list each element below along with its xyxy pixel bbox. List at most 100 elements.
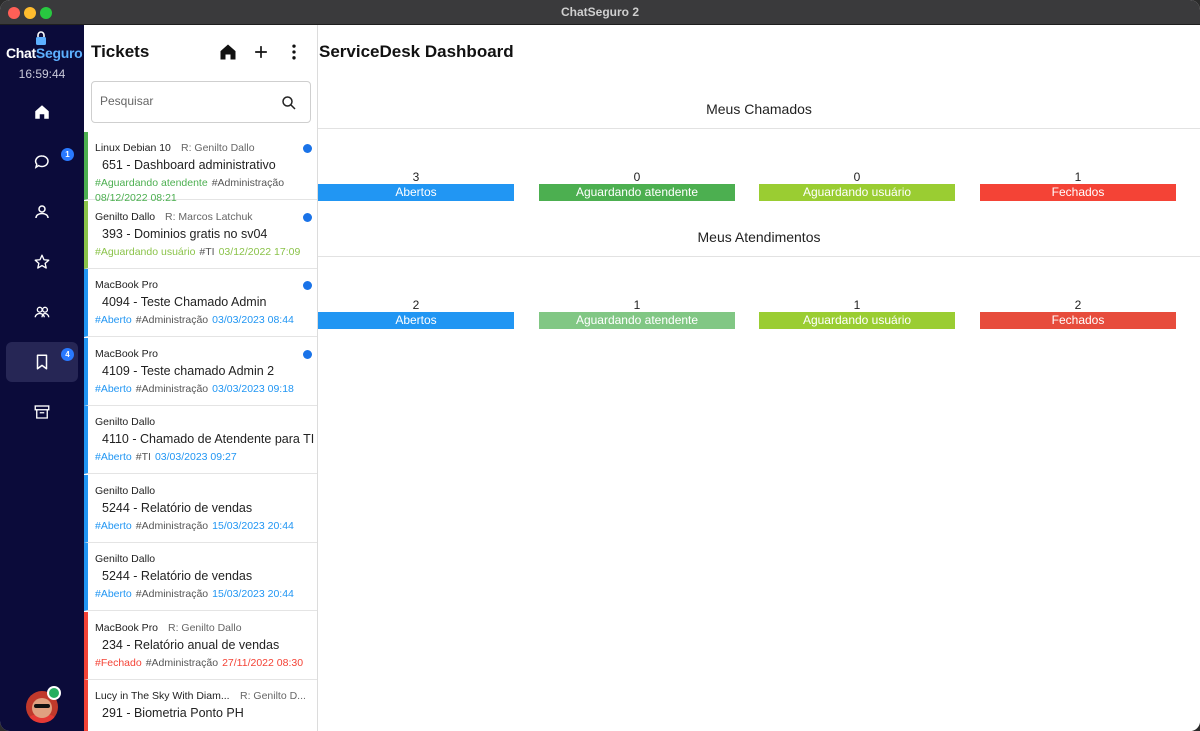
ticket-author: MacBook Pro — [95, 621, 159, 634]
ticket-author: MacBook Pro — [95, 279, 159, 291]
section-divider — [318, 256, 1200, 257]
ticket-date: 27/11/2022 08:30 — [222, 656, 304, 669]
ticket-department-tag: #TI — [135, 451, 151, 463]
sidebar-item-contacts[interactable] — [6, 192, 78, 232]
ticket-status-tag: #Aberto — [95, 382, 132, 395]
search-icon[interactable] — [280, 94, 298, 112]
ticket-author: Genilto Dallo — [95, 210, 156, 223]
home-icon[interactable] — [218, 42, 238, 62]
ticket-item[interactable]: MacBook Pro 4094 - Teste Chamado Admin #Ab… — [84, 269, 317, 337]
search-input[interactable] — [100, 94, 270, 108]
ticket-date: 03/03/2023 09:18 — [212, 382, 294, 395]
stat-label-bar: Aguardando atendente — [539, 312, 735, 329]
stat-count: 0 — [633, 170, 641, 184]
ticket-author: Lucy in The Sky With Diam... — [95, 690, 230, 702]
dashboard-title: ServiceDesk Dashboard — [319, 42, 514, 61]
ticket-item[interactable]: Genilto Dallo 4110 - Chamado de Atendente… — [84, 406, 317, 474]
ticket-department-tag: #TI — [199, 245, 215, 258]
ticket-subject: 393 - Dominios gratis no sv04 — [102, 226, 268, 241]
ticket-tags: #Aberto #Administração 15/03/2023 20:44 — [95, 520, 294, 532]
section-divider — [318, 128, 1200, 129]
stat-count: 1 — [1074, 170, 1082, 184]
stat-label-bar: Aguardando usuário — [759, 312, 955, 329]
ticket-item[interactable]: Genilto Dallo R: Marcos Latchuk 393 - Domi… — [84, 200, 317, 269]
ticket-department-tag: #Administração — [211, 177, 285, 189]
stat-label-bar: Abertos — [318, 184, 514, 201]
sidebar-item-home[interactable] — [6, 92, 78, 132]
unread-indicator — [303, 281, 312, 290]
ticket-tags: #Aguardando usuário #TI 03/12/2022 17:09 — [95, 246, 300, 258]
bookmark-icon — [36, 354, 48, 370]
ticket-responsible: R: Genilto Dallo — [168, 621, 242, 634]
ticket-department-tag: #Administração — [135, 382, 209, 395]
ticket-date: 03/12/2022 17:09 — [218, 245, 301, 258]
ticket-subject: 4109 - Teste chamado Admin 2 — [102, 363, 275, 378]
ticket-status-tag: #Aberto — [95, 519, 132, 532]
tickets-badge: 4 — [61, 348, 74, 361]
stat-label-bar: Fechados — [980, 312, 1176, 329]
ticket-tags: #Aberto #Administração 15/03/2023 20:44 — [95, 588, 294, 600]
ticket-author: Genilto Dallo — [95, 553, 156, 565]
ticket-item[interactable]: MacBook Pro R: Genilto Dallo 234 - Relatór… — [84, 611, 317, 680]
unread-indicator — [303, 349, 312, 359]
ticket-status-tag: #Aberto — [95, 314, 132, 326]
stat-count: 0 — [853, 170, 861, 184]
ticket-status-tag: #Aberto — [95, 451, 132, 463]
ticket-item[interactable]: Lucy in The Sky With Diam... R: Genilto D… — [84, 680, 317, 731]
ticket-tags — [95, 725, 103, 731]
person-icon — [35, 205, 49, 219]
star-icon — [34, 254, 50, 269]
lock-icon — [36, 31, 46, 45]
ticket-tags: #Aberto #TI 03/03/2023 09:27 — [95, 451, 237, 463]
ticket-author: Genilto Dallo — [95, 484, 156, 497]
online-status-indicator — [47, 686, 61, 700]
group-icon — [34, 306, 50, 318]
search-box — [91, 81, 311, 123]
sidebar-item-chats[interactable]: 1 — [6, 142, 78, 182]
sidebar-item-archive[interactable] — [6, 392, 78, 432]
ticket-status-tag: #Aguardando atendente — [95, 177, 208, 189]
clock: 16:59:44 — [18, 67, 66, 81]
sidebar-item-groups[interactable] — [6, 292, 78, 332]
more-vertical-icon[interactable] — [284, 42, 304, 62]
ticket-subject: 4094 - Teste Chamado Admin — [102, 295, 267, 309]
ticket-item[interactable]: MacBook Pro 4109 - Teste chamado Admin 2 #… — [84, 337, 317, 406]
chat-bubble-icon — [34, 155, 49, 169]
ticket-date: 15/03/2023 20:44 — [212, 588, 294, 600]
window-title: ChatSeguro 2 — [560, 5, 639, 19]
ticket-status-tag: #Aguardando usuário — [95, 245, 196, 258]
unread-indicator — [303, 212, 312, 222]
app-logo: ChatSeguro — [6, 31, 83, 65]
stat-label-bar: Aguardando atendente — [539, 184, 735, 201]
ticket-responsible: R: Genilto Dallo — [181, 142, 255, 154]
unread-indicator — [303, 144, 312, 153]
sidebar-item-favorites[interactable] — [6, 242, 78, 282]
ticket-author: Genilto Dallo — [95, 416, 156, 428]
app-window: ChatSeguro 2 ChatSeguro 16:59:44 1 4 Tic… — [0, 0, 1200, 731]
stat-count: 2 — [412, 298, 420, 312]
ticket-status-tag: #Aberto — [95, 588, 132, 600]
section-title-meus-atendimentos: Meus Atendimentos — [697, 229, 821, 245]
add-icon[interactable] — [251, 42, 271, 62]
stat-label-bar: Aguardando usuário — [759, 184, 955, 201]
sidebar-item-tickets[interactable]: 4 — [6, 342, 78, 382]
ticket-responsible: R: Genilto D... — [240, 690, 306, 702]
tickets-header: Tickets — [84, 25, 317, 77]
stat-label-bar: Abertos — [318, 312, 514, 329]
tickets-panel: Tickets Linux Debian 10 R: Genilto Dallo 6… — [84, 25, 318, 731]
ticket-subject: 291 - Biometria Ponto PH — [102, 706, 244, 720]
home-icon — [35, 105, 49, 119]
ticket-item[interactable]: Linux Debian 10 R: Genilto Dallo 651 - Das… — [84, 132, 317, 204]
sidebar: ChatSeguro 16:59:44 1 4 — [0, 25, 84, 731]
ticket-item[interactable]: Genilto Dallo 5244 - Relatório de vendas #… — [84, 543, 317, 611]
ticket-item[interactable]: Genilto Dallo 5244 - Relatório de vendas #… — [84, 474, 317, 543]
logo-text-seguro: Seguro — [35, 45, 83, 61]
avatar-face — [32, 698, 52, 718]
ticket-tags: #Fechado #Administração 27/11/2022 08:30 — [95, 657, 303, 669]
archive-icon — [34, 405, 50, 419]
stat-count: 2 — [1074, 298, 1082, 312]
ticket-subject: 651 - Dashboard administrativo — [102, 158, 276, 172]
stat-count: 1 — [853, 298, 861, 312]
ticket-tags: #Aberto #Administração 03/03/2023 08:44 — [95, 314, 294, 326]
ticket-responsible: R: Marcos Latchuk — [165, 210, 253, 223]
